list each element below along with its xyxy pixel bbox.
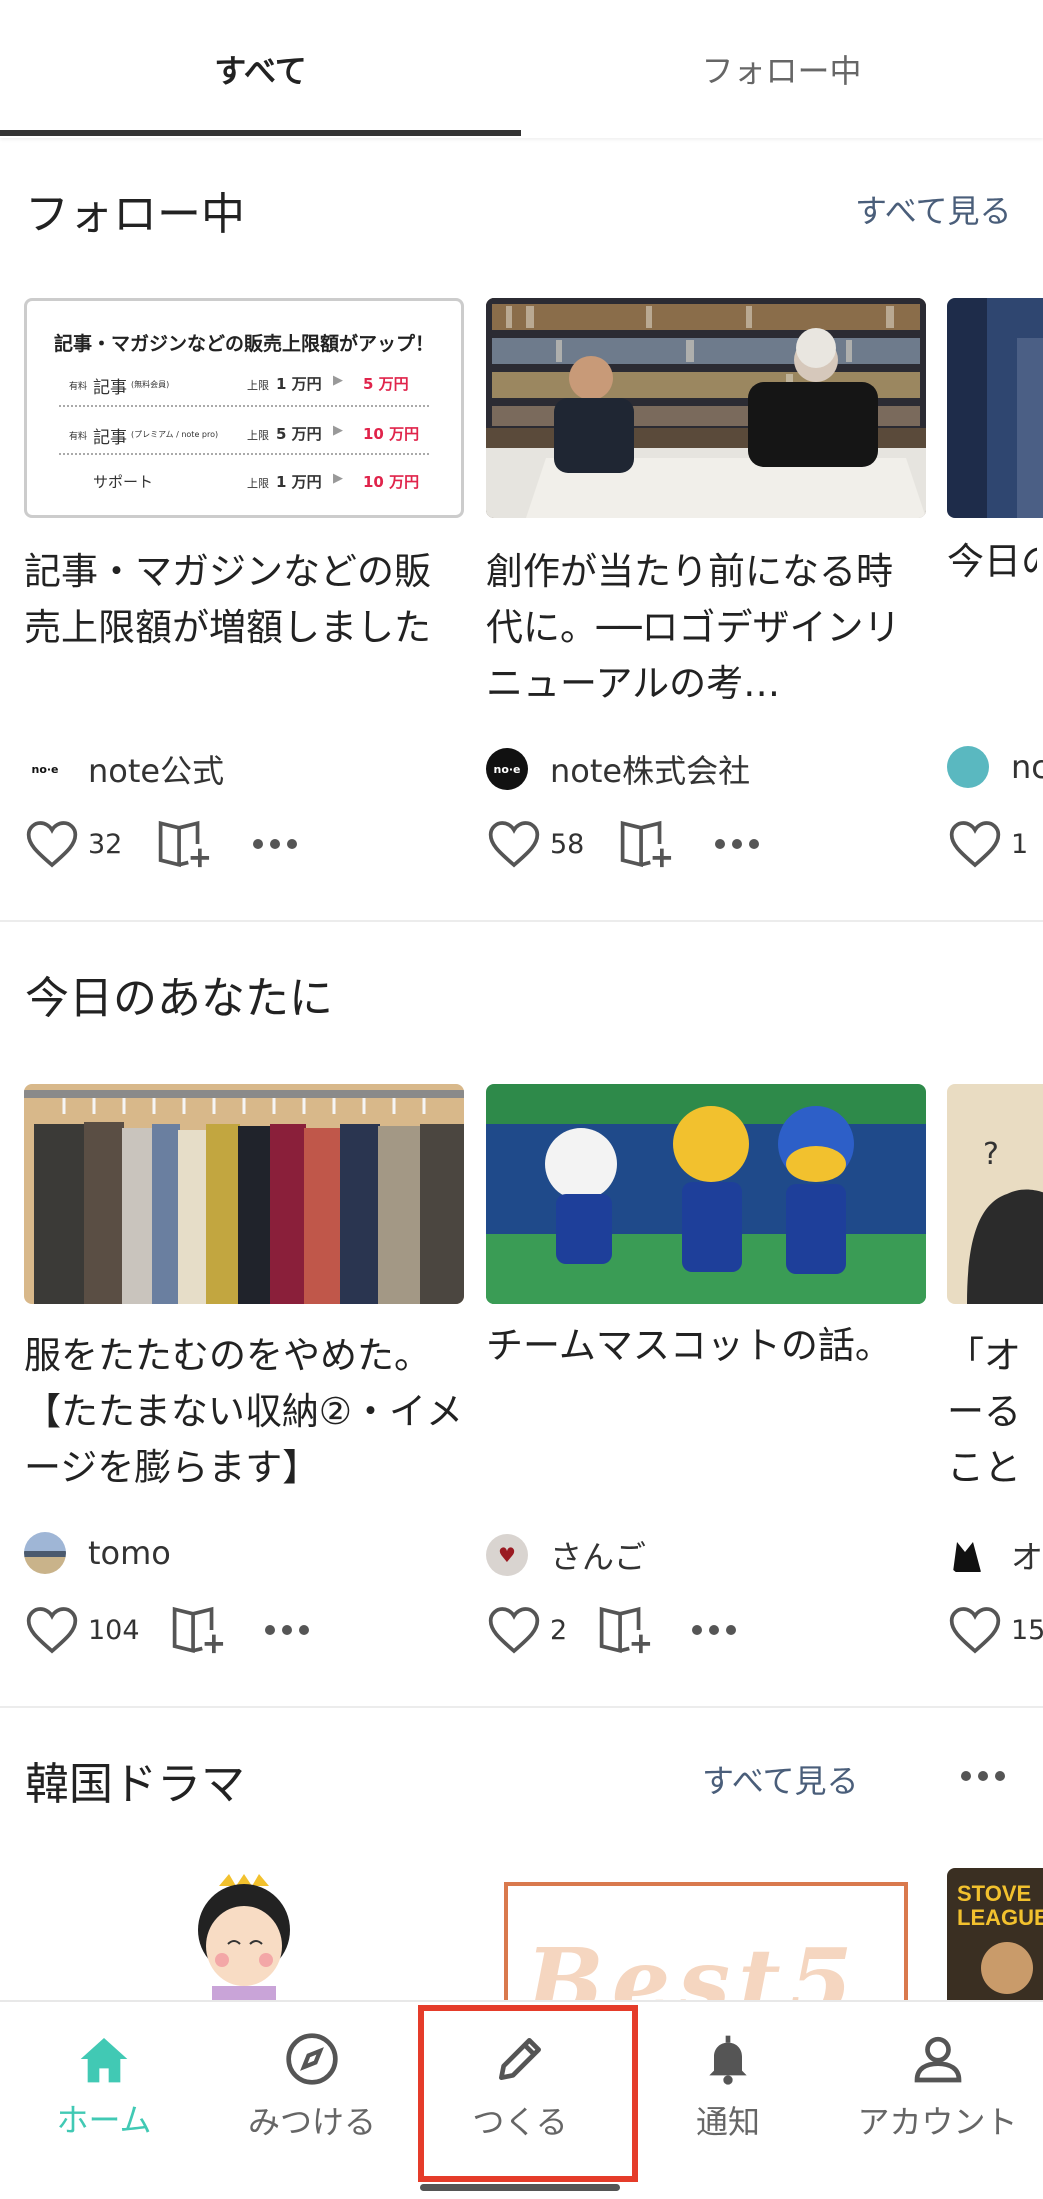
card-thumbnail-stove-league[interactable]: STOVE LEAGUE xyxy=(947,1868,1043,2000)
svg-text:?: ? xyxy=(983,1137,999,1172)
card-actions: 58 xyxy=(486,814,760,874)
card-actions: 32 xyxy=(24,814,298,874)
card-thumbnail-illustration[interactable] xyxy=(24,1868,464,2000)
card-title[interactable]: 「オーることーロン xyxy=(947,1328,1043,1496)
card-title[interactable]: 創作が当たり前になる時代に。──ロゴデザインリニューアルの考… xyxy=(486,544,926,712)
card-actions: 1 xyxy=(947,814,1028,874)
nav-label: ホーム xyxy=(56,2101,152,2139)
nav-discover[interactable]: みつける xyxy=(208,2002,416,2172)
stove-league-text: STOVE LEAGUE xyxy=(957,1881,1043,1930)
avatar: ♥ xyxy=(486,1534,528,1576)
like-count: 2 xyxy=(550,1614,568,1646)
like-count: 32 xyxy=(88,828,123,860)
card-title[interactable]: 服をたたむのをやめた。【たたまない収納②・イメージを膨らます】 xyxy=(24,1328,464,1496)
section-title-today: 今日のあなたに xyxy=(25,973,333,1024)
active-tab-indicator xyxy=(0,130,521,136)
card-title[interactable]: 今日の xyxy=(947,534,1037,590)
like-count: 104 xyxy=(88,1614,140,1646)
nav-label: 通知 xyxy=(695,2103,760,2141)
section-title-following: フォロー中 xyxy=(25,189,245,240)
like-count: 58 xyxy=(550,828,585,860)
promo-heading: 記事・マガジンなどの販売上限額がアップ！ xyxy=(53,333,434,355)
top-tab-bar: すべて フォロー中 xyxy=(0,0,1043,138)
add-to-magazine-icon[interactable] xyxy=(618,814,678,874)
more-options-icon[interactable] xyxy=(960,1770,1006,1782)
note-logo-icon: no·e xyxy=(486,748,528,790)
card-actions: 2 xyxy=(486,1600,737,1660)
heart-icon[interactable] xyxy=(24,1604,80,1656)
author[interactable]: nc xyxy=(947,746,1043,788)
author[interactable]: no·e note株式会社 xyxy=(486,746,750,792)
nav-home[interactable]: ホーム xyxy=(0,2002,208,2172)
more-options-icon[interactable] xyxy=(714,838,760,850)
card-thumbnail-best5[interactable]: Best5 xyxy=(486,1868,926,2000)
cat-avatar-icon xyxy=(947,1534,989,1576)
author-name: オ xyxy=(1011,1538,1043,1576)
heart-icon[interactable] xyxy=(486,818,542,870)
heart-icon[interactable] xyxy=(486,1604,542,1656)
compass-icon xyxy=(284,2031,340,2087)
author-name: nc xyxy=(1011,748,1043,786)
card-thumbnail-logo-renewal[interactable] xyxy=(486,298,926,518)
card-thumbnail-mascots[interactable] xyxy=(486,1084,926,1304)
card-title[interactable]: 記事・マガジンなどの販売上限額が増額しました xyxy=(24,544,464,656)
author-name: さんご xyxy=(550,1538,647,1576)
bell-icon xyxy=(700,2031,756,2087)
like-count: 1 xyxy=(1011,828,1029,860)
card-actions: 15 xyxy=(947,1600,1043,1660)
heart-icon[interactable] xyxy=(947,818,1003,870)
best5-text: Best5 xyxy=(526,1928,861,2000)
section-title-kdrama: 韓国ドラマ xyxy=(25,1759,245,1810)
add-to-magazine-icon[interactable] xyxy=(597,1600,657,1660)
card-thumbnail-sales-limit[interactable]: 記事・マガジンなどの販売上限額がアップ！ 有料 記事 (無料会員) 上限 1 万… xyxy=(24,298,464,518)
author[interactable]: ♥ さんご xyxy=(486,1532,646,1578)
more-options-icon[interactable] xyxy=(264,1624,310,1636)
more-options-icon[interactable] xyxy=(252,838,298,850)
highlight-annotation-box xyxy=(418,2005,638,2182)
add-to-magazine-icon[interactable] xyxy=(156,814,216,874)
note-logo-icon: no·e xyxy=(24,748,66,790)
card-title[interactable]: チームマスコットの話。 xyxy=(486,1318,926,1374)
tab-following[interactable]: フォロー中 xyxy=(521,0,1042,138)
author[interactable]: no·e note公式 xyxy=(24,746,224,792)
add-to-magazine-icon[interactable] xyxy=(170,1600,230,1660)
author-name: note株式会社 xyxy=(550,752,751,790)
nav-label: みつける xyxy=(247,2103,376,2141)
heart-icon[interactable] xyxy=(24,818,80,870)
card-thumbnail-peek[interactable] xyxy=(947,298,1043,518)
home-icon xyxy=(76,2033,132,2085)
author[interactable]: オ xyxy=(947,1532,1043,1578)
card-thumbnail-peek[interactable]: ? xyxy=(947,1084,1043,1304)
author[interactable]: tomo xyxy=(24,1532,171,1574)
author-name: tomo xyxy=(88,1534,171,1572)
tab-all[interactable]: すべて xyxy=(0,0,521,138)
card-actions: 104 xyxy=(24,1600,310,1660)
system-home-indicator[interactable] xyxy=(420,2184,620,2191)
avatar xyxy=(947,746,989,788)
heart-icon[interactable] xyxy=(947,1604,1003,1656)
see-all-kdrama-link[interactable]: すべて見る xyxy=(702,1756,858,1802)
avatar xyxy=(24,1532,66,1574)
section-divider xyxy=(0,920,1043,922)
see-all-following-link[interactable]: すべて見る xyxy=(855,186,1011,232)
person-icon xyxy=(910,2031,966,2087)
section-divider xyxy=(0,1706,1043,1708)
more-options-icon[interactable] xyxy=(691,1624,737,1636)
nav-account[interactable]: アカウント xyxy=(832,2002,1043,2172)
nav-label: アカウント xyxy=(857,2103,1018,2141)
like-count: 15 xyxy=(1011,1614,1043,1646)
author-name: note公式 xyxy=(88,752,225,790)
card-thumbnail-clothes[interactable] xyxy=(24,1084,464,1304)
nav-notifications[interactable]: 通知 xyxy=(624,2002,832,2172)
